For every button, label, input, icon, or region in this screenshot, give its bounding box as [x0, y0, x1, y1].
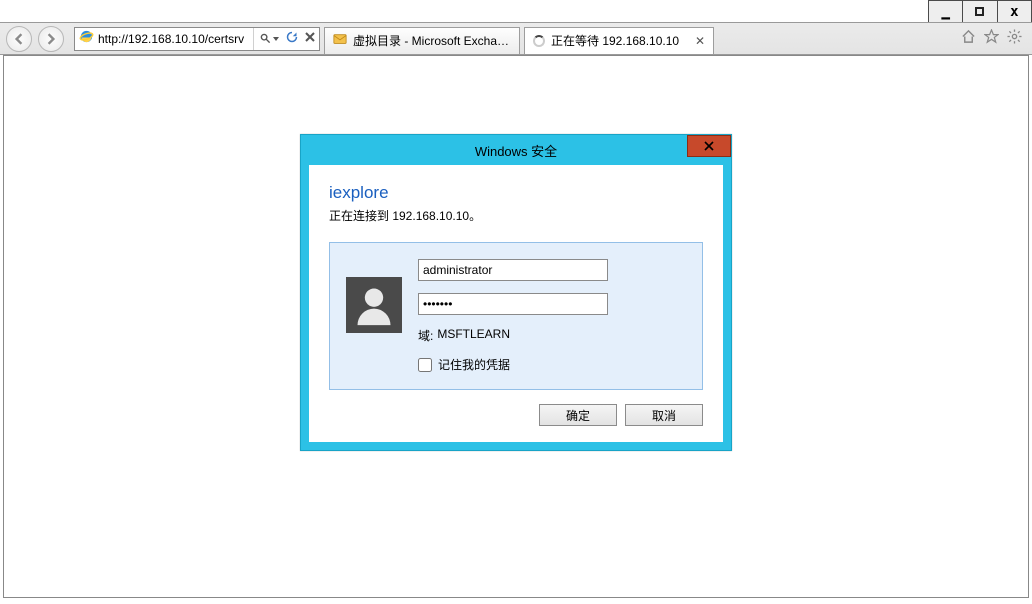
browser-toolbar: 虚拟目录 - Microsoft Exchan... 正在等待 192.168.… — [0, 22, 1032, 55]
credentials-dialog: Windows 安全 iexplore 正在连接到 192.168.10.10。… — [300, 134, 732, 451]
ok-button[interactable]: 确定 — [539, 404, 617, 426]
address-tools — [253, 28, 321, 50]
domain-label: 域: — [418, 327, 433, 344]
forward-arrow-icon — [45, 33, 57, 45]
password-input[interactable] — [418, 293, 608, 315]
dialog-body: iexplore 正在连接到 192.168.10.10。 域: MSFTLEA… — [301, 165, 731, 450]
cancel-button[interactable]: 取消 — [625, 404, 703, 426]
window-close-button[interactable]: x — [997, 1, 1031, 22]
username-input[interactable] — [418, 259, 608, 281]
settings-button[interactable] — [1007, 29, 1022, 49]
tab-close-button[interactable]: ✕ — [695, 34, 705, 48]
address-bar[interactable] — [74, 27, 320, 51]
back-arrow-icon — [13, 33, 25, 45]
remember-row[interactable]: 记住我的凭据 — [418, 356, 686, 373]
close-icon — [704, 141, 714, 151]
back-button[interactable] — [6, 26, 32, 52]
browser-tools — [961, 29, 1022, 49]
tab-loading[interactable]: 正在等待 192.168.10.10 ✕ — [524, 27, 714, 54]
tab-exchange[interactable]: 虚拟目录 - Microsoft Exchan... — [324, 27, 520, 54]
close-icon: x — [1010, 4, 1018, 20]
dialog-title: Windows 安全 — [475, 141, 557, 160]
tab-exchange-label: 虚拟目录 - Microsoft Exchan... — [353, 32, 511, 49]
credentials-panel: 域: MSFTLEARN 记住我的凭据 — [329, 242, 703, 390]
user-avatar-icon — [346, 277, 402, 333]
domain-value: MSFTLEARN — [437, 327, 510, 344]
refresh-button[interactable] — [286, 31, 298, 46]
minimize-button[interactable]: ▁ — [929, 1, 962, 22]
tab-exchange-icon — [333, 32, 347, 49]
window-caption-buttons: ▁ x — [928, 0, 1032, 22]
dialog-titlebar[interactable]: Windows 安全 — [301, 135, 731, 165]
stop-button[interactable] — [305, 32, 315, 45]
credential-fields: 域: MSFTLEARN 记住我的凭据 — [418, 259, 686, 373]
domain-row: 域: MSFTLEARN — [418, 327, 686, 344]
forward-button[interactable] — [38, 26, 64, 52]
maximize-icon — [975, 7, 984, 16]
loading-spinner-icon — [533, 35, 545, 47]
search-dropdown-icon[interactable] — [260, 33, 279, 44]
remember-checkbox[interactable] — [418, 358, 432, 372]
url-input[interactable] — [98, 28, 253, 50]
home-button[interactable] — [961, 29, 976, 49]
dialog-buttons: 确定 取消 — [329, 404, 703, 426]
tab-loading-label: 正在等待 192.168.10.10 — [551, 32, 689, 49]
dialog-close-button[interactable] — [687, 135, 731, 157]
app-name: iexplore — [329, 183, 703, 203]
remember-label: 记住我的凭据 — [438, 356, 510, 373]
minimize-icon: ▁ — [941, 4, 949, 20]
ie-logo-icon — [79, 29, 94, 49]
connecting-text: 正在连接到 192.168.10.10。 — [329, 207, 703, 224]
maximize-button[interactable] — [962, 1, 996, 22]
favorites-button[interactable] — [984, 29, 999, 49]
